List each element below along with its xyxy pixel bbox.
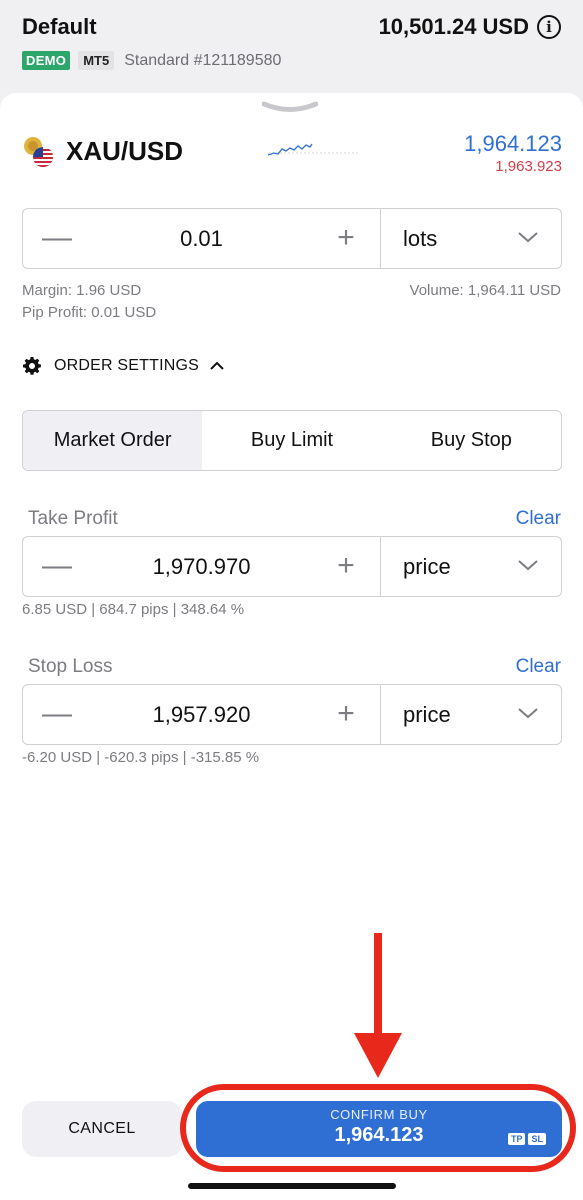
- stop-loss-summary: -6.20 USD | -620.3 pips | -315.85 %: [22, 749, 260, 766]
- volume-value[interactable]: 0.01: [83, 209, 320, 268]
- pip-profit-text: Pip Profit: 0.01 USD: [22, 304, 157, 321]
- sheet-grabber-icon[interactable]: [262, 101, 318, 115]
- chevron-up-icon: [210, 361, 224, 370]
- stop-loss-unit-select[interactable]: price: [381, 685, 561, 744]
- arrow-annotation: [354, 933, 402, 1078]
- stop-loss-unit-label: price: [403, 702, 451, 727]
- plus-icon[interactable]: +: [316, 685, 376, 744]
- volume-field: — 0.01 + lots: [22, 208, 562, 269]
- account-badges: DEMO MT5 Standard #121189580: [22, 51, 281, 70]
- take-profit-summary: 6.85 USD | 684.7 pips | 348.64 %: [22, 601, 245, 618]
- tab-buy-limit[interactable]: Buy Limit: [202, 411, 381, 470]
- bid-price: 1,963.923: [495, 158, 562, 175]
- ask-price: 1,964.123: [464, 131, 562, 156]
- stop-loss-stepper: — 1,957.920 +: [23, 685, 381, 744]
- chevron-down-icon: [518, 232, 538, 243]
- volume-usd-text: Volume: 1,964.11 USD: [409, 282, 561, 299]
- margin-text: Margin: 1.96 USD: [22, 282, 142, 299]
- order-sheet: XAU/USD 1,964.123 1,963.923 — 0.01 + lot…: [0, 93, 583, 1200]
- take-profit-unit-label: price: [403, 554, 451, 579]
- take-profit-field: — 1,970.970 + price: [22, 536, 562, 597]
- take-profit-clear-link[interactable]: Clear: [516, 508, 561, 530]
- volume-stepper: — 0.01 +: [23, 209, 381, 268]
- plus-icon[interactable]: +: [316, 537, 376, 596]
- demo-badge: DEMO: [22, 51, 71, 70]
- tab-market-order[interactable]: Market Order: [23, 411, 203, 470]
- tab-buy-stop[interactable]: Buy Stop: [382, 411, 561, 470]
- account-balance: 10,501.24 USD: [378, 14, 529, 39]
- order-settings-toggle[interactable]: ORDER SETTINGS: [22, 356, 225, 376]
- gear-icon: [23, 357, 41, 375]
- stop-loss-label: Stop Loss: [28, 656, 113, 677]
- stop-loss-field: — 1,957.920 + price: [22, 684, 562, 745]
- order-settings-label: ORDER SETTINGS: [54, 357, 200, 374]
- take-profit-value[interactable]: 1,970.970: [83, 537, 320, 596]
- chevron-down-icon: [518, 708, 538, 719]
- take-profit-stepper: — 1,970.970 +: [23, 537, 381, 596]
- take-profit-unit-select[interactable]: price: [381, 537, 561, 596]
- volume-unit-label: lots: [403, 226, 438, 251]
- symbol-row: XAU/USD 1,964.123 1,963.923: [22, 131, 562, 181]
- take-profit-label: Take Profit: [28, 508, 118, 529]
- account-name[interactable]: Default: [22, 14, 97, 40]
- symbol-name[interactable]: XAU/USD: [66, 136, 183, 167]
- cancel-button[interactable]: CANCEL: [22, 1101, 182, 1157]
- account-header: Default 10,501.24 USD i DEMO MT5 Standar…: [0, 0, 583, 100]
- account-type: Standard #121189580: [124, 51, 282, 69]
- mt5-badge: MT5: [78, 51, 115, 70]
- chevron-down-icon: [518, 560, 538, 571]
- sparkline: [268, 143, 358, 156]
- stop-loss-clear-link[interactable]: Clear: [516, 656, 561, 678]
- minus-icon[interactable]: —: [27, 685, 87, 744]
- flag-icon: [24, 137, 54, 168]
- minus-icon[interactable]: —: [27, 209, 87, 268]
- plus-icon[interactable]: +: [316, 209, 376, 268]
- order-type-tabs: Market Order Buy Limit Buy Stop: [22, 410, 562, 471]
- confirm-highlight-annotation: [180, 1084, 576, 1172]
- stop-loss-value[interactable]: 1,957.920: [83, 685, 320, 744]
- home-indicator: [188, 1183, 396, 1189]
- minus-icon[interactable]: —: [27, 537, 87, 596]
- volume-unit-select[interactable]: lots: [381, 209, 561, 268]
- info-icon[interactable]: i: [537, 15, 561, 39]
